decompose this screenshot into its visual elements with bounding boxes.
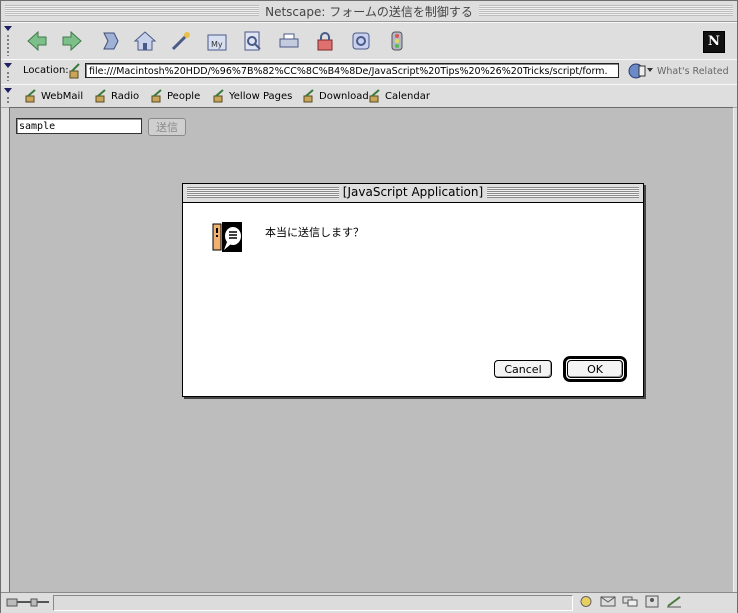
component-bar: [577, 595, 717, 609]
status-bar: [1, 592, 737, 613]
browser-window: Netscape: フォームの送信を制御する My N Location: fi…: [0, 0, 738, 613]
bookmark-radio[interactable]: Radio: [93, 89, 139, 103]
bookmark-label: Download: [319, 90, 369, 102]
cancel-button[interactable]: Cancel: [494, 360, 552, 378]
navigator-icon[interactable]: [577, 595, 595, 608]
location-toolbar: Location: file:///Macintosh%20HDD/%96%7B…: [1, 59, 737, 85]
my-netscape-icon: My: [207, 34, 227, 51]
home-icon: [133, 31, 157, 51]
bookmark-label: Calendar: [385, 90, 430, 102]
bookmark-icon: [95, 89, 106, 103]
bookmark-label: People: [167, 90, 201, 102]
bookmark-icon: [25, 89, 36, 103]
bookmark-download[interactable]: Download: [301, 89, 369, 103]
shop-icon: [352, 32, 370, 50]
personal-toolbar: WebMail Radio People Yellow Pages Downlo…: [1, 84, 737, 108]
personal-collapse-grip[interactable]: [4, 87, 13, 105]
security-button[interactable]: [311, 27, 339, 55]
location-label: Location:: [23, 65, 69, 76]
search-icon: [171, 32, 190, 51]
bookmark-label: WebMail: [41, 90, 84, 102]
bookmark-label: Yellow Pages: [229, 90, 293, 102]
submit-button[interactable]: 送信: [148, 118, 186, 136]
text-input[interactable]: sample: [16, 118, 142, 134]
ok-button[interactable]: OK: [567, 360, 623, 378]
reload-icon: [103, 32, 119, 50]
back-button[interactable]: [23, 27, 51, 55]
bookmark-icon: [151, 89, 162, 103]
bookmark-icon: [369, 89, 380, 103]
svg-text:My: My: [211, 40, 223, 49]
discussions-icon[interactable]: [621, 595, 639, 608]
bookmark-yellow-pages[interactable]: Yellow Pages: [211, 89, 292, 103]
reload-button[interactable]: [96, 27, 124, 55]
whats-related-label[interactable]: What's Related: [657, 66, 729, 77]
shop-button[interactable]: [347, 27, 375, 55]
mail-icon[interactable]: [599, 595, 617, 608]
back-icon: [27, 30, 47, 52]
title-bar[interactable]: Netscape: フォームの送信を制御する: [1, 1, 737, 22]
stop-icon: [391, 31, 403, 51]
bookmark-label: Radio: [111, 90, 140, 102]
whats-related-icon[interactable]: [627, 63, 653, 79]
my-netscape-button[interactable]: My: [203, 27, 231, 55]
dialog-title-bar[interactable]: [JavaScript Application]: [183, 184, 643, 203]
images-button[interactable]: [239, 27, 267, 55]
location-collapse-grip[interactable]: [4, 62, 13, 82]
status-message-field: [53, 595, 573, 611]
window-title: Netscape: フォームの送信を制御する: [259, 5, 479, 19]
composer-icon[interactable]: [665, 595, 683, 608]
navigation-toolbar: My N: [1, 22, 737, 60]
forward-icon: [62, 30, 82, 52]
netscape-logo[interactable]: N: [703, 31, 725, 53]
bookmark-icon: [303, 89, 314, 103]
page-proxy-icon[interactable]: [67, 63, 83, 79]
dialog-message: 本当に送信します？: [265, 226, 364, 239]
note-icon: [212, 221, 244, 253]
forward-button[interactable]: [58, 27, 86, 55]
bookmark-icon: [213, 89, 224, 103]
search-button[interactable]: [167, 27, 195, 55]
home-button[interactable]: [131, 27, 159, 55]
print-icon: [279, 33, 299, 48]
print-button[interactable]: [275, 27, 303, 55]
location-url-field[interactable]: file:///Macintosh%20HDD/%96%7B%82%CC%8C%…: [85, 63, 619, 78]
toolbar-collapse-grip[interactable]: [4, 25, 13, 57]
page-content: sample 送信 [JavaScript Application] 本当に送信…: [9, 107, 734, 593]
stop-button[interactable]: [383, 27, 411, 55]
bookmark-calendar[interactable]: Calendar: [367, 89, 430, 103]
lock-icon: [317, 32, 333, 51]
javascript-alert-dialog: [JavaScript Application] 本当に送信します？ Cance…: [182, 183, 644, 397]
address-book-icon[interactable]: [643, 595, 661, 608]
bookmark-webmail[interactable]: WebMail: [23, 89, 83, 103]
bookmark-people[interactable]: People: [149, 89, 200, 103]
connection-icon[interactable]: [5, 596, 51, 609]
dialog-title: [JavaScript Application]: [338, 185, 488, 199]
images-icon: [244, 31, 261, 51]
